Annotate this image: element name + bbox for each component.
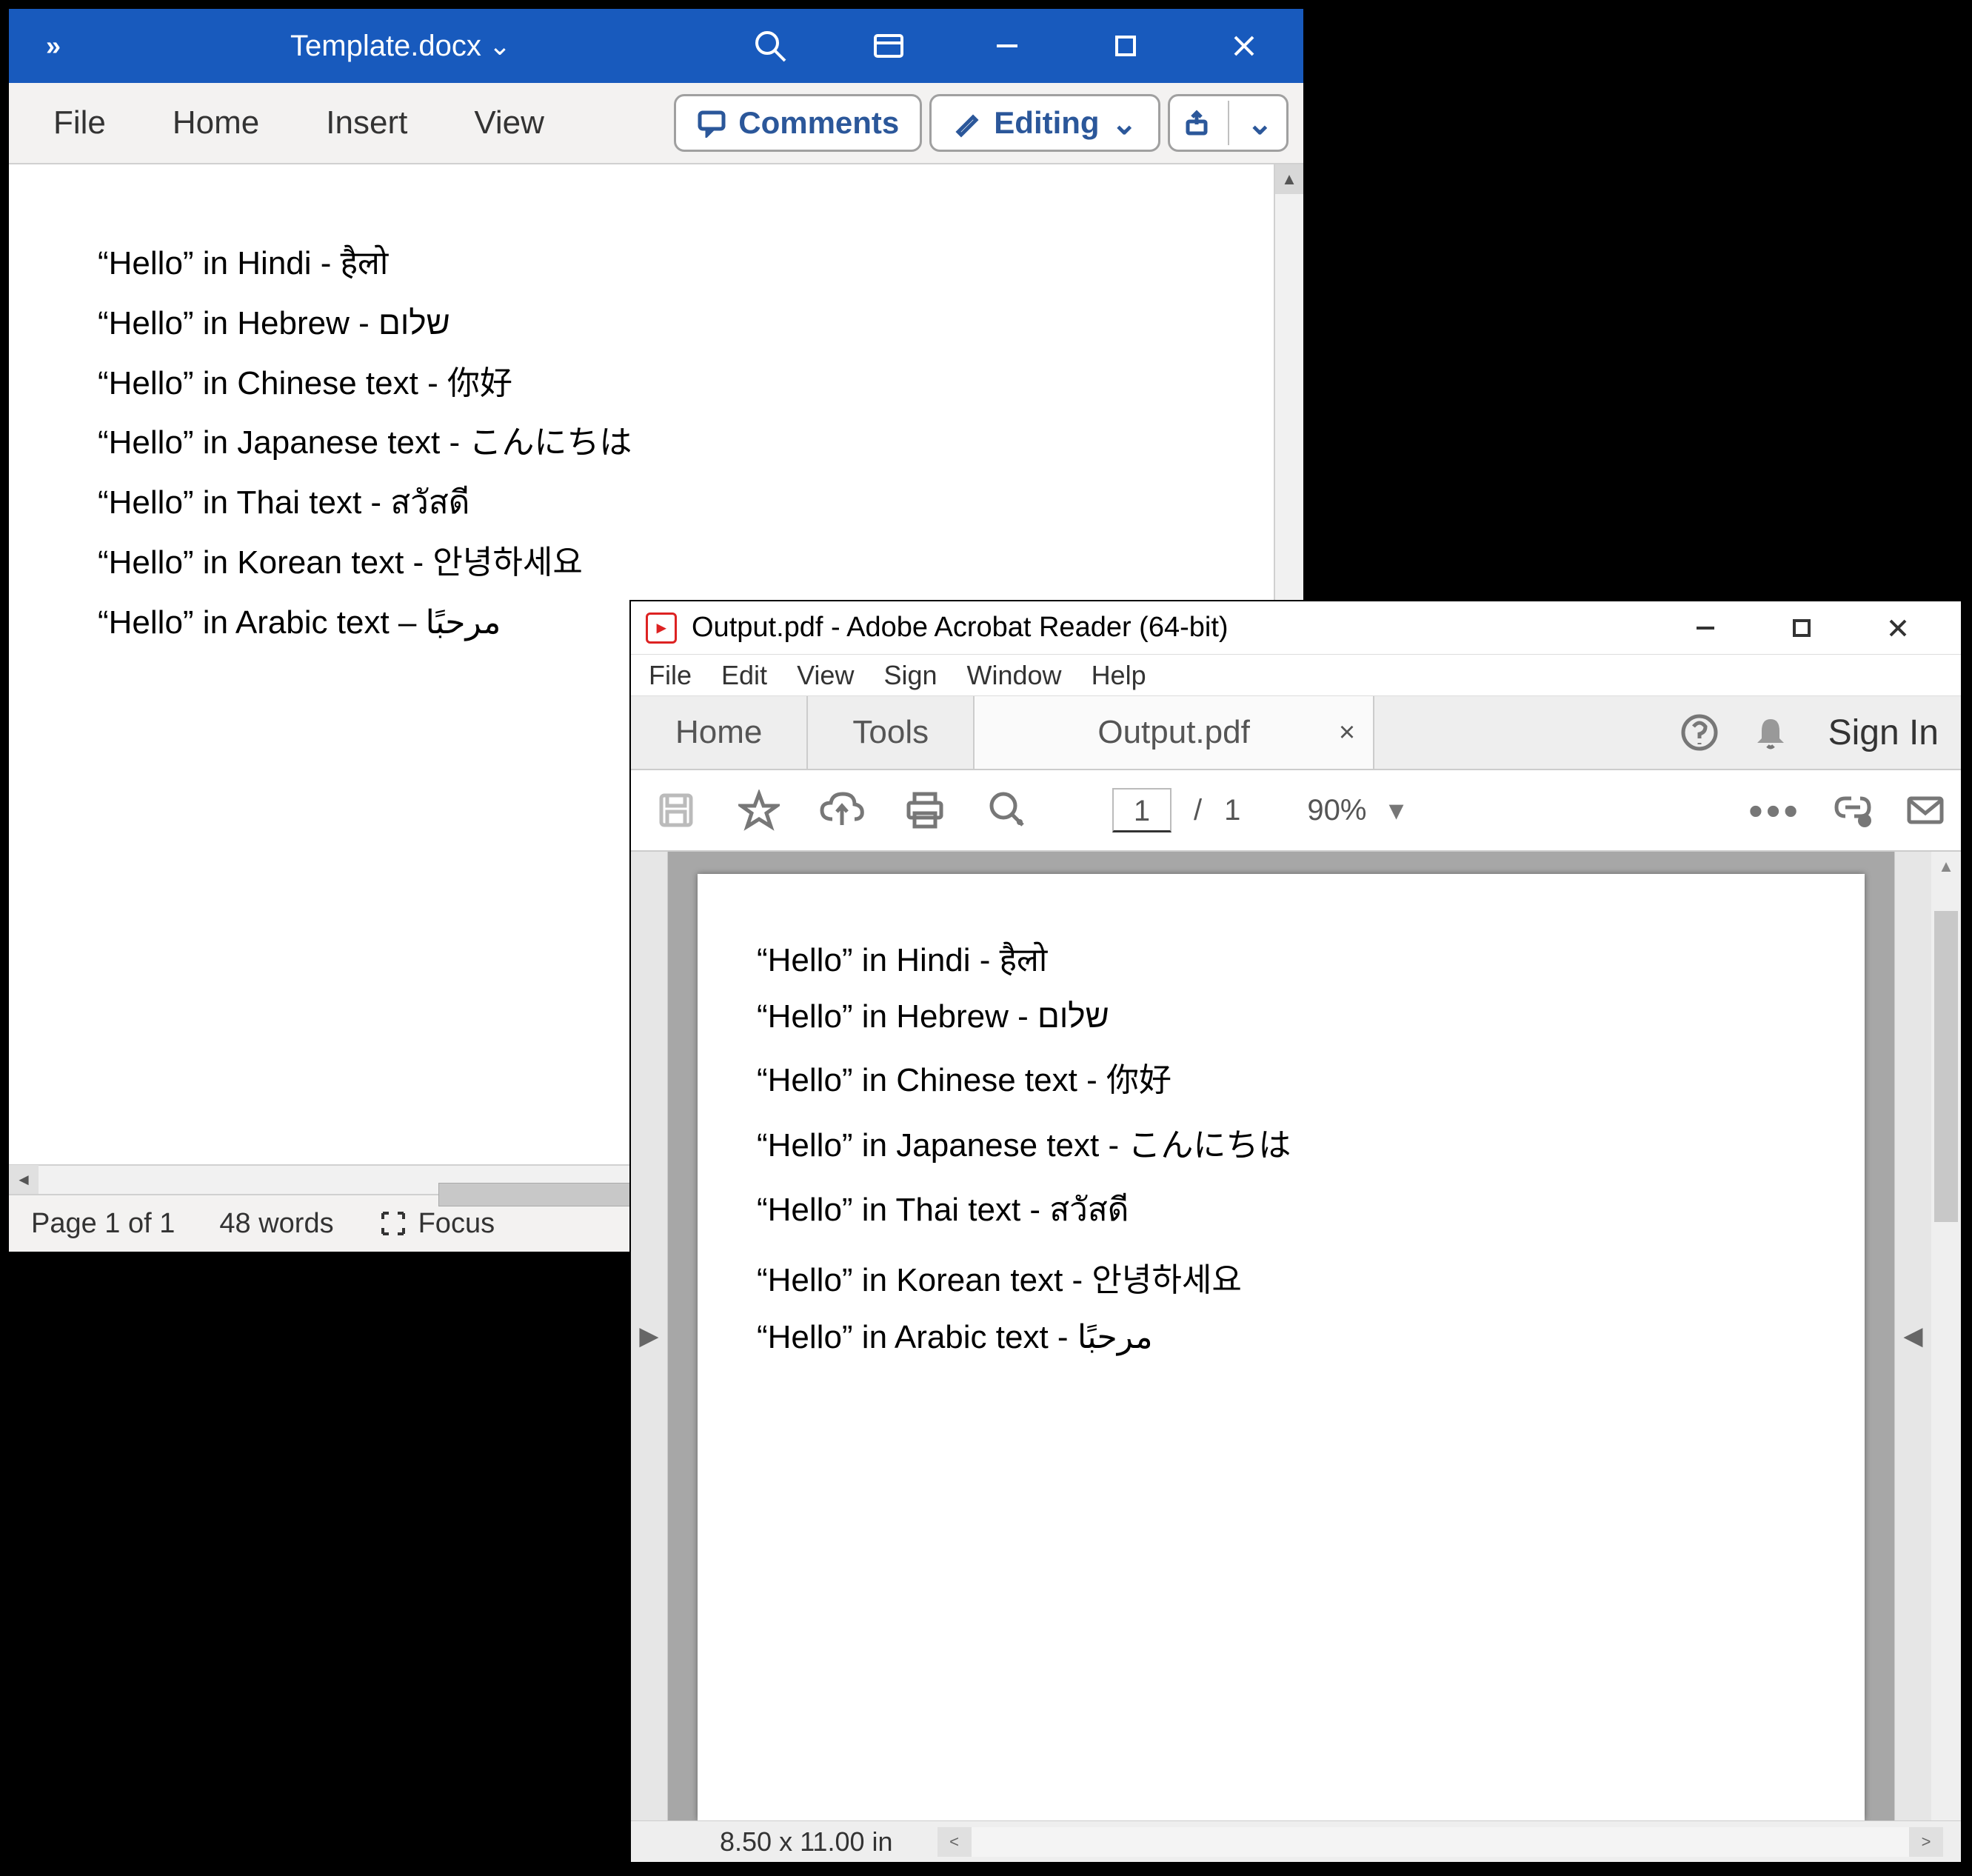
zoom-icon[interactable] [977, 790, 1038, 831]
menu-file[interactable]: File [649, 660, 692, 691]
sign-in-button[interactable]: Sign In [1828, 712, 1939, 753]
page-total: 1 [1224, 794, 1240, 827]
page-size: 8.50 x 11.00 in [720, 1826, 893, 1857]
close-button[interactable] [1850, 601, 1946, 655]
pdf-line: “Hello” in Japanese text - こんにちは [757, 1118, 1805, 1166]
acrobat-header-right: Sign In [1374, 696, 1961, 769]
editing-label: Editing [994, 105, 1099, 141]
acrobat-toolbar: 1 / 1 90% ▾ ••• [631, 770, 1961, 852]
share-link-icon[interactable] [1831, 790, 1875, 831]
chevron-down-icon: ⌄ [1112, 105, 1137, 141]
pdf-line: “Hello” in Hindi - हैलो [757, 936, 1805, 981]
word-line: “Hello” in Hindi - हैलो [98, 244, 1185, 284]
scroll-left-icon[interactable] [9, 1165, 39, 1195]
save-icon[interactable] [646, 790, 706, 831]
menu-window[interactable]: Window [967, 660, 1062, 691]
pdf-line: “Hello” in Korean text - 안녕하세요 [757, 1253, 1805, 1301]
word-ribbon-tabs: File Home Insert View Comments Editing ⌄… [9, 83, 1303, 164]
word-line: “Hello” in Thai text - สวัสดี [98, 484, 1185, 523]
acrobat-status-bar: 8.50 x 11.00 in < > [631, 1820, 1961, 1862]
acrobat-menu-bar: File Edit View Sign Window Help [631, 655, 1961, 696]
zoom-level[interactable]: 90% [1307, 794, 1366, 827]
scroll-track[interactable] [972, 1827, 1909, 1857]
ribbon-mode-icon[interactable] [829, 9, 948, 83]
left-pane-toggle[interactable]: ▶ [631, 852, 668, 1820]
more-icon[interactable]: ••• [1748, 787, 1801, 835]
acrobat-document-area: ▶ “Hello” in Hindi - हैलो “Hello” in Heb… [631, 852, 1961, 1820]
star-icon[interactable] [729, 790, 789, 831]
tab-tools[interactable]: Tools [808, 696, 975, 769]
print-icon[interactable] [895, 790, 955, 831]
acrobat-window: ▸ Output.pdf - Adobe Acrobat Reader (64-… [631, 601, 1961, 1862]
horizontal-scrollbar[interactable]: < > [937, 1827, 1943, 1857]
tab-document[interactable]: Output.pdf × [975, 696, 1374, 769]
help-icon[interactable] [1679, 712, 1720, 753]
tab-document-label: Output.pdf [1097, 714, 1249, 751]
scroll-right-icon[interactable]: > [1909, 1827, 1943, 1857]
tab-close-icon[interactable]: × [1339, 717, 1355, 749]
ribbon-collapse-icon[interactable]: » [9, 30, 98, 61]
page-viewport[interactable]: “Hello” in Hindi - हैलो “Hello” in Hebre… [668, 852, 1894, 1820]
chevron-down-icon: ⌄ [1247, 105, 1273, 141]
comments-label: Comments [738, 105, 899, 141]
pdf-line: “Hello” in Thai text - สวัสดี [757, 1184, 1805, 1235]
tab-view[interactable]: View [444, 93, 574, 153]
right-pane-toggle[interactable]: ◀ [1894, 852, 1931, 1820]
menu-view[interactable]: View [797, 660, 854, 691]
scroll-left-icon[interactable]: < [937, 1827, 972, 1857]
document-title[interactable]: Template.docx ⌄ [290, 30, 511, 63]
chevron-down-icon: ⌄ [489, 30, 511, 61]
acrobat-title-text: Output.pdf - Adobe Acrobat Reader (64-bi… [692, 612, 1229, 644]
scroll-thumb[interactable] [438, 1183, 661, 1206]
share-button[interactable]: ⌄ [1168, 94, 1289, 152]
vertical-scrollbar[interactable] [1931, 852, 1961, 1820]
focus-mode-button[interactable]: Focus [378, 1208, 495, 1240]
minimize-button[interactable] [948, 9, 1066, 83]
word-titlebar: » Template.docx ⌄ [9, 9, 1303, 83]
maximize-button[interactable] [1754, 601, 1850, 655]
tab-home[interactable]: Home [143, 93, 289, 153]
email-icon[interactable] [1905, 790, 1946, 831]
acrobat-titlebar: ▸ Output.pdf - Adobe Acrobat Reader (64-… [631, 601, 1961, 655]
tab-file[interactable]: File [24, 93, 136, 153]
pdf-line: “Hello” in Hebrew - שלום [757, 998, 1805, 1035]
comments-button[interactable]: Comments [674, 94, 922, 152]
page-separator: / [1194, 794, 1202, 827]
maximize-button[interactable] [1066, 9, 1185, 83]
editing-mode-button[interactable]: Editing ⌄ [929, 94, 1160, 152]
status-words[interactable]: 48 words [219, 1208, 333, 1240]
zoom-dropdown-icon[interactable]: ▾ [1388, 793, 1403, 827]
status-page[interactable]: Page 1 of 1 [31, 1208, 175, 1240]
word-line: “Hello” in Chinese text - 你好 [98, 364, 1185, 404]
tab-home[interactable]: Home [631, 696, 808, 769]
pdf-icon: ▸ [646, 612, 677, 644]
tab-insert[interactable]: Insert [296, 93, 437, 153]
pdf-page: “Hello” in Hindi - हैलो “Hello” in Hebre… [698, 874, 1865, 1820]
pdf-line: “Hello” in Arabic text - مرحبًا [757, 1318, 1805, 1356]
acrobat-tabs: Home Tools Output.pdf × Sign In [631, 696, 1961, 770]
bell-icon[interactable] [1750, 712, 1791, 753]
focus-label: Focus [418, 1208, 495, 1240]
word-line: “Hello” in Hebrew - שלום [98, 304, 1185, 344]
scroll-up-icon[interactable] [1275, 164, 1303, 194]
minimize-button[interactable] [1657, 601, 1754, 655]
cloud-upload-icon[interactable] [812, 790, 872, 831]
menu-help[interactable]: Help [1092, 660, 1146, 691]
search-icon[interactable] [711, 9, 829, 83]
scroll-up-icon[interactable] [1931, 852, 1961, 881]
page-number-input[interactable]: 1 [1112, 788, 1171, 832]
menu-sign[interactable]: Sign [883, 660, 937, 691]
document-title-text: Template.docx [290, 30, 481, 63]
scroll-thumb[interactable] [1934, 911, 1958, 1222]
close-button[interactable] [1185, 9, 1303, 83]
divider [1228, 101, 1229, 145]
pdf-line: “Hello” in Chinese text - 你好 [757, 1053, 1805, 1101]
word-line: “Hello” in Korean text - 안녕하세요 [98, 544, 1185, 583]
word-line: “Hello” in Japanese text - こんにちは [98, 424, 1185, 463]
menu-edit[interactable]: Edit [721, 660, 767, 691]
